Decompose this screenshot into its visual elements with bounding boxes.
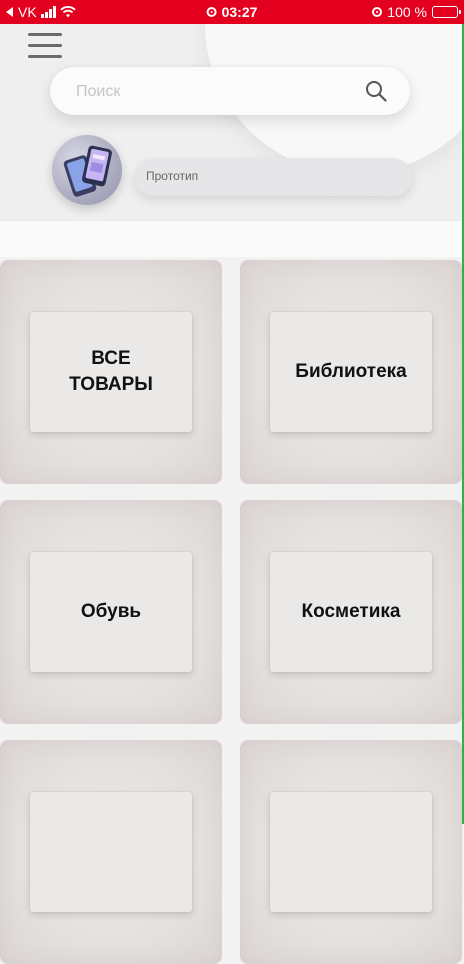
avatar[interactable] (52, 135, 122, 205)
category-label: Библиотека (295, 361, 407, 382)
phone-prototype-image (63, 145, 112, 197)
wifi-icon (60, 6, 76, 18)
signal-icon (40, 6, 56, 18)
category-tile-6[interactable] (240, 740, 462, 964)
category-label: Косметика (301, 601, 401, 622)
category-card[interactable] (270, 792, 432, 912)
category-card[interactable]: Библиотека (270, 312, 432, 432)
category-tile-5[interactable] (0, 740, 222, 964)
category-card[interactable] (30, 792, 192, 912)
category-tile-library[interactable]: Библиотека (240, 260, 462, 484)
status-left: VK (6, 4, 76, 20)
category-grid: ВСЕ ТОВАРЫ Библиотека Обувь Косметика (0, 260, 464, 964)
profile-name: Прототип (146, 169, 199, 183)
category-label: ВСЕ ТОВАРЫ (69, 348, 153, 395)
category-card[interactable]: ВСЕ ТОВАРЫ (30, 312, 192, 432)
search-icon[interactable] (364, 79, 388, 103)
category-tile-all-products[interactable]: ВСЕ ТОВАРЫ (0, 260, 222, 484)
category-label: Обувь (80, 601, 142, 622)
status-center: 03:27 (206, 4, 258, 20)
battery-percent: 100 % (387, 4, 427, 20)
status-right: 100 % (372, 4, 461, 20)
carrier-label: VK (18, 4, 37, 20)
header-area: Прототип (0, 24, 464, 220)
alarm-icon (206, 7, 217, 17)
profile-name-pill[interactable]: Прототип (134, 158, 412, 196)
category-card[interactable]: Косметика (270, 552, 432, 672)
battery-icon (432, 6, 461, 18)
search-bar[interactable] (50, 67, 410, 115)
category-tile-cosmetics[interactable]: Косметика (240, 500, 462, 724)
search-input[interactable] (74, 79, 348, 105)
status-bar: VK 03:27 100 % (0, 0, 464, 24)
status-time: 03:27 (221, 4, 258, 20)
category-card[interactable]: Обувь (30, 552, 192, 672)
section-divider (0, 220, 464, 257)
hamburger-menu-icon[interactable] (28, 32, 64, 60)
location-icon (372, 7, 383, 17)
category-tile-shoes[interactable]: Обувь (0, 500, 222, 724)
back-arrow-icon[interactable] (6, 7, 14, 17)
